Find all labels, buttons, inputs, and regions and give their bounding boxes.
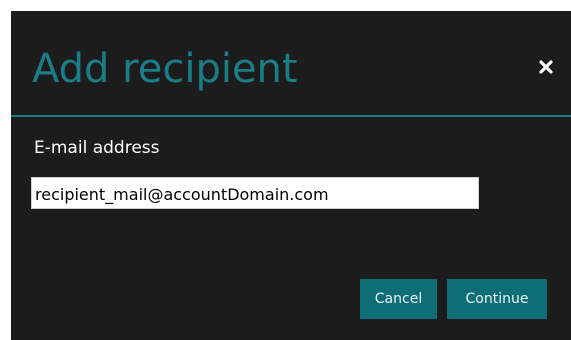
continue-button[interactable]: Continue [447, 279, 547, 319]
cancel-button[interactable]: Cancel [360, 279, 437, 319]
close-icon[interactable] [534, 55, 558, 79]
dialog-title: Add recipient [32, 46, 298, 92]
title-divider [11, 115, 571, 117]
add-recipient-dialog: Add recipient E-mail address Cancel Cont… [11, 11, 571, 340]
email-label: E-mail address [34, 138, 160, 158]
email-field[interactable] [31, 177, 479, 209]
